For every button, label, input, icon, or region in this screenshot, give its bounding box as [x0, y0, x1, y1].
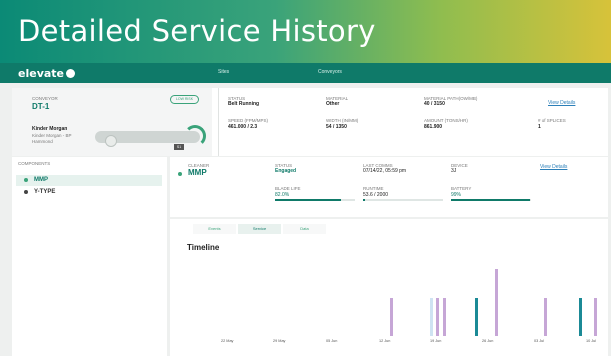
timeline-event-bar[interactable]: [390, 298, 393, 336]
cleaner-value: MMP: [188, 168, 207, 177]
page-title: Detailed Service History: [18, 14, 376, 48]
conveyor-roller-icon: [105, 135, 117, 147]
timeline-event-bar[interactable]: [594, 298, 597, 336]
width-value: 54 / 1350: [326, 124, 347, 130]
runtime-value: 53.6 / 2000: [363, 192, 389, 198]
runtime-label: RUNTIME: [363, 186, 384, 191]
timeline-event-bar[interactable]: [544, 298, 547, 336]
view-details-link[interactable]: View Details: [548, 100, 575, 106]
nav-conveyors[interactable]: Conveyors: [318, 69, 342, 75]
speed-label: SPEED (FPM/MPS): [228, 118, 269, 123]
splices-label: # of SPLICES: [538, 118, 566, 123]
x-axis-label: 05 Jun: [326, 339, 338, 343]
runtime-bar: [363, 199, 443, 201]
battery-bar: [451, 199, 531, 201]
status-value: Belt Running: [228, 101, 260, 107]
nav-sites[interactable]: Sites: [218, 69, 229, 75]
battery-fill: [451, 199, 531, 201]
x-axis-label: 03 Jul: [534, 339, 545, 343]
component-item-mmp[interactable]: MMP: [16, 175, 162, 186]
status-dot-icon: [24, 190, 28, 194]
blade-life-fill: [275, 199, 341, 201]
blade-life-value: 82.0%: [275, 192, 290, 198]
blade-life-bar: [275, 199, 355, 201]
page-banner: Detailed Service History: [0, 0, 611, 63]
device-value: 3J: [451, 168, 457, 174]
speed-value: 461.000 / 2.3: [228, 124, 258, 130]
amount-label: AMOUNT (TONS/HR): [424, 118, 468, 123]
conveyor-name: DT-1: [32, 102, 50, 111]
app-logo[interactable]: elevate: [18, 67, 76, 80]
timeline-event-bar[interactable]: [430, 298, 433, 336]
component-label: Y-TYPE: [34, 189, 56, 195]
section-tag: S1: [174, 144, 184, 150]
battery-label: BATTERY: [451, 186, 472, 191]
last-comms-value: 07/14/22, 05:59 pm: [363, 168, 407, 174]
app-header: elevate Sites Conveyors: [0, 63, 611, 83]
timeline-event-bar[interactable]: [495, 269, 498, 336]
logo-icon: [66, 69, 76, 78]
component-item-y-type[interactable]: Y-TYPE: [16, 187, 162, 198]
timeline-event-bar[interactable]: [436, 298, 439, 336]
timeline-event-bar[interactable]: [475, 298, 478, 336]
cleaner-view-details-link[interactable]: View Details: [540, 164, 567, 170]
conveyor-label: CONVEYOR: [32, 96, 58, 101]
x-axis-label: 26 Jun: [482, 339, 494, 343]
x-axis-label: 22 May: [221, 339, 234, 343]
material-value: Other: [326, 101, 340, 107]
timeline-event-bar[interactable]: [443, 298, 446, 336]
battery-value: 99%: [451, 192, 462, 198]
x-axis-label: 12 Jun: [379, 339, 391, 343]
risk-badge: LOW RISK: [170, 95, 199, 104]
site-sub2: Hammond: [32, 139, 53, 144]
cleaner-status-value: Engaged: [275, 168, 297, 174]
runtime-fill: [363, 199, 366, 201]
width-label: WIDTH (IN/MM): [326, 118, 359, 123]
status-dot-icon: [178, 172, 182, 176]
logo-text: elevate: [18, 67, 65, 80]
material-path-value: 40 / 3150: [424, 101, 445, 107]
components-header: COMPONENTS: [18, 161, 51, 166]
timeline-chart: [390, 269, 597, 336]
splices-value: 1: [538, 124, 541, 130]
x-axis-label: 19 Jun: [430, 339, 442, 343]
site-name: Kinder Morgan: [32, 126, 68, 132]
amount-value: 861.900: [424, 124, 443, 130]
divider: [218, 88, 219, 156]
blade-life-label: BLADE LIFE: [275, 186, 301, 191]
status-dot-icon: [24, 178, 28, 182]
component-label: MMP: [34, 177, 48, 183]
belt-progress-icon: [184, 125, 206, 147]
site-sub1: Kinder Morgan - BP: [32, 133, 72, 138]
timeline-event-bar[interactable]: [579, 298, 582, 336]
x-axis-label: 29 May: [273, 339, 286, 343]
x-axis-label: 10 Jul: [586, 339, 597, 343]
